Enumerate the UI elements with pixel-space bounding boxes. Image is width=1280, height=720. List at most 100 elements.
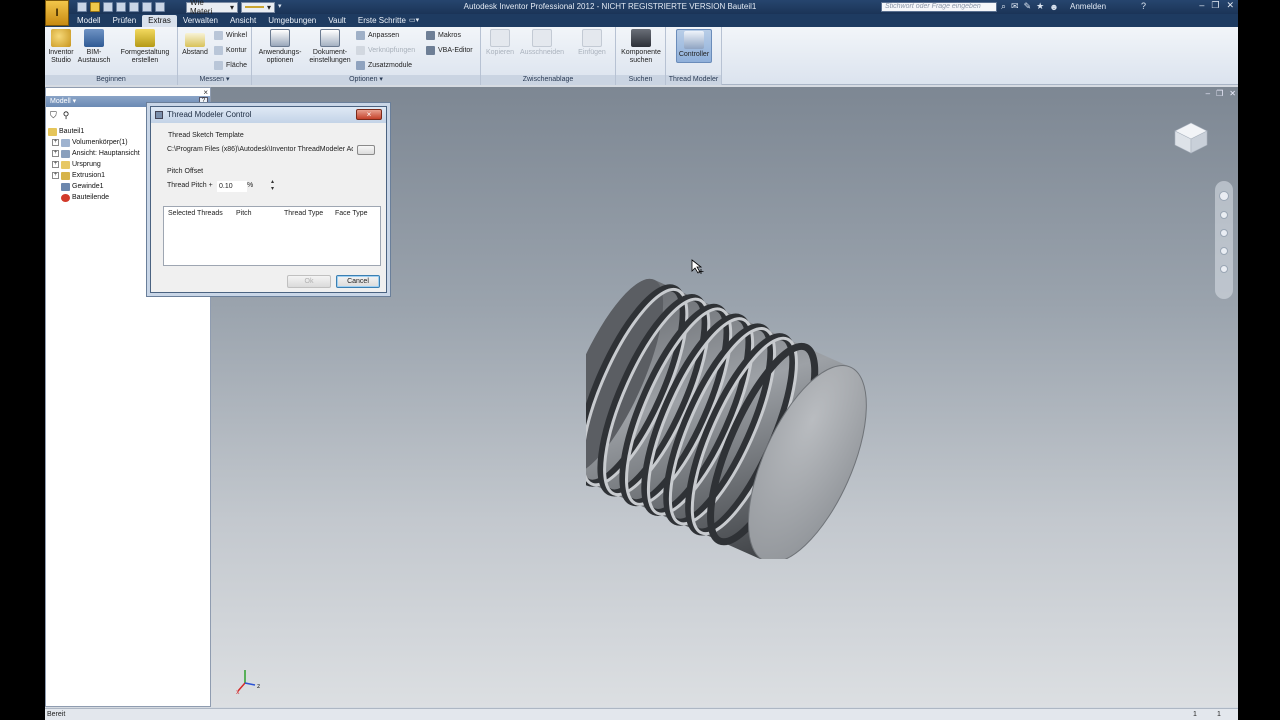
column-selected-threads[interactable]: Selected Threads (168, 210, 223, 217)
help-search-input[interactable]: Stichwort oder Frage eingeben (881, 2, 997, 12)
inventor-studio-button[interactable]: Inventor Studio (46, 29, 76, 65)
filter-icon[interactable]: ⛉ (50, 110, 57, 121)
kontur-button[interactable]: Kontur (214, 46, 247, 55)
tree-node[interactable]: Bauteilende (48, 192, 140, 203)
einfuegen-label: Einfügen (578, 49, 606, 56)
save-icon[interactable] (103, 2, 113, 12)
qat-menu-icon[interactable]: ▾ (278, 2, 286, 12)
anwendungsoptionen-button[interactable]: Anwendungs-optionen (254, 29, 306, 65)
tab-modell[interactable]: Modell (71, 15, 107, 27)
tree-node-label: Bauteil1 (59, 128, 85, 135)
application-menu-button[interactable]: I (45, 0, 69, 26)
formgestaltung-button[interactable]: Formgestaltung erstellen (113, 29, 177, 65)
ribbon-options-icon[interactable]: ▭▾ (409, 16, 423, 24)
find-binoculars-icon[interactable]: ⚲ (63, 110, 70, 121)
column-pitch[interactable]: Pitch (236, 210, 252, 217)
browse-button[interactable] (357, 145, 375, 155)
column-thread-type[interactable]: Thread Type (284, 210, 323, 217)
search-icon[interactable]: ⌕ (1001, 1, 1006, 12)
tab-verwalten[interactable]: Verwalten (177, 15, 224, 27)
viewport-restore-icon[interactable]: ❐ (1216, 89, 1223, 98)
tree-node[interactable]: + Extrusion1 (48, 170, 140, 181)
macros-icon (426, 31, 435, 40)
zusatzmodule-button[interactable]: Zusatzmodule (356, 61, 412, 70)
help-icon[interactable]: ? (1141, 1, 1146, 11)
tab-extras[interactable]: Extras (142, 15, 177, 27)
expand-icon[interactable]: + (52, 172, 59, 179)
flaeche-button[interactable]: Fläche (214, 61, 247, 70)
sign-in-link[interactable]: Anmelden (1070, 2, 1106, 11)
redo-icon[interactable] (129, 2, 139, 12)
dialog-close-button[interactable]: × (356, 109, 382, 120)
komponente-suchen-button[interactable]: Komponente suchen (617, 29, 665, 65)
thread-pitch-input[interactable]: 0.10 (217, 181, 247, 192)
vba-editor-button[interactable]: VBA-Editor (426, 46, 473, 55)
viewport-minimize-icon[interactable]: – (1206, 89, 1210, 98)
pitch-spinner[interactable]: ▴ ▾ (271, 179, 277, 193)
svg-text:z: z (257, 683, 260, 690)
threaded-cylinder-model[interactable] (586, 229, 916, 559)
material-select[interactable]: Wie Materi ▾ (186, 0, 238, 16)
threads-table[interactable]: Selected Threads Pitch Thread Type Face … (163, 206, 381, 266)
new-icon[interactable] (77, 2, 87, 12)
zoom-icon[interactable] (1220, 229, 1228, 237)
tree-node[interactable]: Gewinde1 (48, 181, 140, 192)
appearance-select[interactable]: ▾ (241, 1, 275, 13)
ok-button[interactable]: Ok (287, 275, 331, 288)
open-folder-icon[interactable] (90, 2, 100, 12)
undo-icon[interactable] (116, 2, 126, 12)
steering-wheel-icon[interactable] (1219, 191, 1229, 201)
abstand-button[interactable]: Abstand (180, 29, 210, 57)
viewport-close-icon[interactable]: ✕ (1229, 89, 1236, 98)
kopieren-label: Kopieren (485, 49, 515, 56)
template-path-field[interactable]: C:\Program Files (x86)\Autodesk\Inventor… (167, 144, 353, 155)
tab-ansicht[interactable]: Ansicht (224, 15, 262, 27)
update-icon[interactable] (155, 2, 165, 12)
tree-node[interactable]: Bauteil1 (48, 126, 140, 137)
kopieren-button[interactable]: Kopieren (483, 29, 517, 57)
percent-label: % (247, 182, 254, 189)
tab-umgebungen[interactable]: Umgebungen (262, 15, 322, 27)
expand-icon[interactable]: + (52, 150, 59, 157)
inventor-studio-label: Inventor Studio (48, 49, 74, 64)
subscription-icon[interactable]: ✉ (1011, 1, 1019, 12)
ausschneiden-button[interactable]: Ausschneiden (519, 29, 565, 57)
tree-node-label: Ursprung (72, 161, 101, 168)
anpassen-button[interactable]: Anpassen (356, 31, 399, 40)
restore-icon[interactable]: ❐ (1211, 0, 1219, 11)
orbit-icon[interactable] (1220, 247, 1228, 255)
browser-help-icon[interactable]: ? (199, 97, 208, 106)
makros-label: Makros (438, 32, 461, 39)
viewcube-icon[interactable] (1171, 121, 1209, 155)
dialog-title[interactable]: Thread Modeler Control (151, 107, 386, 123)
flaeche-label: Fläche (226, 62, 248, 69)
tab-pruefen[interactable]: Prüfen (107, 15, 143, 27)
winkel-button[interactable]: Winkel (214, 31, 247, 40)
einfuegen-button[interactable]: Einfügen (575, 29, 609, 57)
expand-icon[interactable]: + (52, 139, 59, 146)
winkel-label: Winkel (226, 32, 248, 39)
controller-button[interactable]: Controller (676, 29, 712, 63)
tree-node[interactable]: + Ansicht: Hauptansicht (48, 148, 140, 159)
look-at-icon[interactable] (1220, 265, 1228, 273)
home-icon[interactable] (142, 2, 152, 12)
tab-vault[interactable]: Vault (322, 15, 352, 27)
cancel-button[interactable]: Cancel (336, 275, 380, 288)
favorites-icon[interactable]: ★ (1036, 1, 1044, 12)
user-icon[interactable]: ☻ (1049, 2, 1058, 12)
pan-icon[interactable] (1220, 211, 1228, 219)
minimize-icon[interactable]: – (1199, 0, 1204, 11)
verknuepfungen-button[interactable]: Verknüpfungen (356, 46, 415, 55)
tree-node[interactable]: + Ursprung (48, 159, 140, 170)
dialog-app-icon (155, 111, 163, 119)
dokumenteinstellungen-label: Dokument-einstellungen (309, 49, 351, 64)
column-face-type[interactable]: Face Type (335, 210, 368, 217)
dokumenteinstellungen-button[interactable]: Dokument-einstellungen (306, 29, 354, 65)
tab-erste-schritte[interactable]: Erste Schritte (352, 15, 412, 27)
expand-icon[interactable]: + (52, 161, 59, 168)
close-icon[interactable]: ✕ (1226, 0, 1234, 11)
bim-austausch-button[interactable]: BIM-Austausch (77, 29, 111, 65)
communication-icon[interactable]: ✎ (1024, 1, 1032, 12)
makros-button[interactable]: Makros (426, 31, 461, 40)
tree-node[interactable]: + Volumenkörper(1) (48, 137, 140, 148)
